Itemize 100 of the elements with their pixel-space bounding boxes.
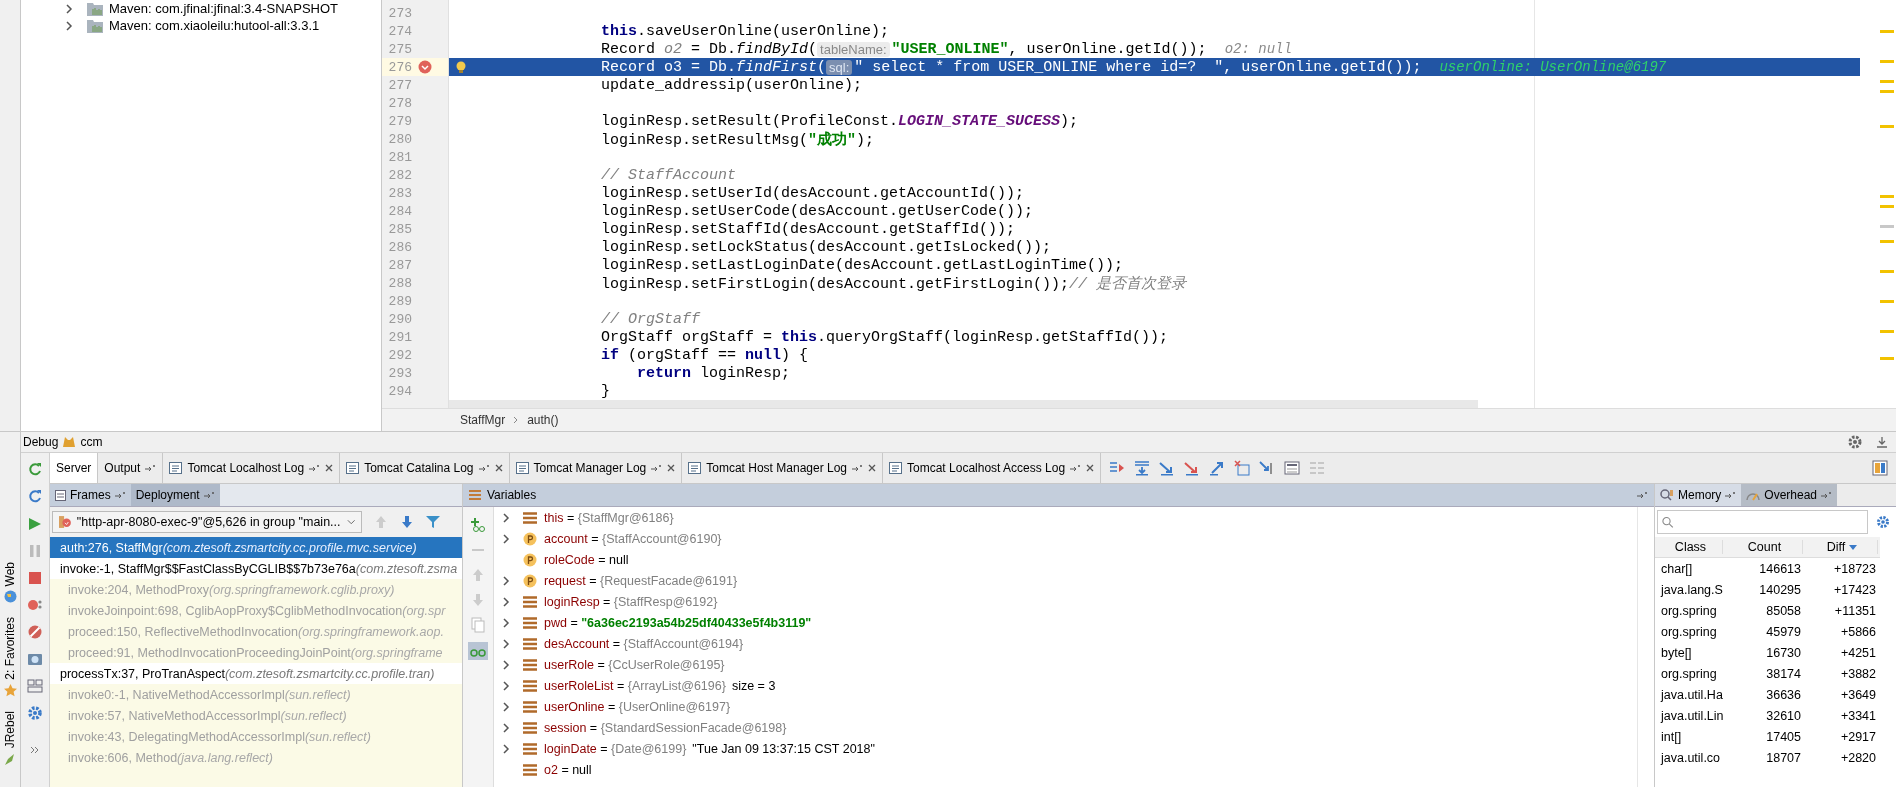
pin-icon[interactable]	[651, 464, 663, 472]
tab[interactable]: Tomcat Host Manager Log	[682, 453, 883, 483]
variable-entry[interactable]: session = {StandardSessionFacade@6198}	[544, 720, 787, 735]
step-over-icon[interactable]	[1134, 460, 1151, 476]
line-number: 275	[387, 41, 412, 57]
pin-icon[interactable]	[203, 491, 215, 499]
chevron-icon[interactable]	[502, 512, 510, 523]
code-text: this.saveUserOnline(userOnline);	[601, 22, 890, 40]
variable-entry[interactable]: roleCode = null	[544, 552, 629, 567]
breadcrumb-item[interactable]: auth()	[527, 413, 559, 427]
mute-breakpoints-icon[interactable]	[27, 624, 43, 640]
pin-icon[interactable]	[114, 491, 126, 499]
tab[interactable]: Tomcat Catalina Log	[340, 453, 510, 483]
lightbulb-icon[interactable]	[456, 60, 466, 74]
resume-icon[interactable]	[27, 516, 43, 532]
pin-icon[interactable]	[1637, 491, 1648, 499]
variable-entry[interactable]: this = {StaffMgr@6186}	[544, 510, 674, 525]
close-icon[interactable]	[494, 464, 503, 472]
stop-icon[interactable]	[27, 570, 43, 586]
chevron-icon[interactable]	[502, 533, 510, 544]
variable-entry[interactable]: userOnline = {UserOnline@6197}	[544, 699, 731, 714]
hide-panel-icon[interactable]	[1876, 436, 1888, 448]
chevron-icon[interactable]	[502, 638, 510, 649]
breakpoints-icon[interactable]	[27, 597, 43, 613]
layout-icon[interactable]	[1872, 460, 1888, 476]
variable-entry[interactable]: o2 = null	[544, 762, 592, 777]
variable-entry[interactable]: desAccount = {StaffAccount@6194}	[544, 636, 744, 651]
tab[interactable]: Tomcat Manager Log	[509, 453, 683, 483]
tool-window-button[interactable]: JRebel	[3, 711, 17, 749]
drop-frame-icon[interactable]	[1234, 460, 1251, 476]
tool-window-button[interactable]: 2: Favorites	[3, 617, 17, 681]
down-arrow-icon[interactable]	[400, 515, 414, 529]
chevron-icon[interactable]	[502, 722, 510, 733]
pin-icon[interactable]	[145, 464, 157, 472]
pin-icon[interactable]	[309, 464, 321, 472]
breadcrumb-item[interactable]: StaffMgr	[460, 413, 506, 427]
search-field[interactable]	[1657, 510, 1868, 534]
camera-icon[interactable]	[27, 651, 43, 667]
variable-entry[interactable]: loginResp = {StaffResp@6192}	[544, 594, 718, 609]
column-header[interactable]: Diff	[1803, 540, 1878, 554]
tab[interactable]: Server	[50, 453, 99, 483]
column-header[interactable]: Class	[1655, 540, 1723, 554]
pin-icon[interactable]	[1070, 464, 1082, 472]
close-icon[interactable]	[868, 464, 876, 472]
pin-icon[interactable]	[852, 464, 863, 472]
settings-icon[interactable]	[1876, 515, 1890, 529]
tree-item-label[interactable]: Maven: com.jfinal:jfinal:3.4-SNAPSHOT	[109, 1, 339, 16]
settings-icon[interactable]	[1848, 435, 1862, 449]
tool-window-button[interactable]: Web	[3, 562, 17, 587]
filter-icon[interactable]	[426, 515, 440, 529]
line-number: 280	[387, 131, 412, 147]
code-text: "USER_ONLINE", userOnline.getId());	[891, 40, 1207, 58]
chevron-icon[interactable]	[502, 617, 510, 628]
tab[interactable]: Frames	[50, 484, 131, 506]
variable-entry[interactable]: pwd = "6a36ec2193a54b25df40433e5f4b3119"	[544, 615, 812, 630]
inline-value: userOnline: UserOnline@6197	[1439, 59, 1667, 75]
variable-entry[interactable]: account = {StaffAccount@6190}	[544, 531, 722, 546]
tree-item-label[interactable]: Maven: com.xiaoleilu:hutool-all:3.3.1	[109, 18, 320, 33]
layout-icon[interactable]	[27, 678, 43, 694]
column-header[interactable]: Count	[1723, 540, 1803, 554]
chevron-icon[interactable]	[502, 575, 510, 586]
step-out-icon[interactable]	[1209, 460, 1226, 476]
close-icon[interactable]	[1086, 464, 1095, 472]
variable-entry[interactable]: request = {RequestFacade@6191}	[544, 573, 738, 588]
tab[interactable]: Output	[98, 453, 164, 483]
stack-frame[interactable]: processTx:37, ProTranAspect(com.ztesoft.zsmartcity.cc.profile.tran)	[50, 663, 462, 684]
stack-frame[interactable]: invoke:-1, StaffMgr$$FastClassByCGLIB$$7b73e76a(com.ztesoft.zsma	[50, 558, 462, 579]
pin-icon[interactable]	[478, 464, 490, 472]
close-icon[interactable]	[325, 464, 334, 472]
variable-entry[interactable]: loginDate = {Date@6199} "Tue Jan 09 13:37:15 CST 2018"	[544, 741, 875, 756]
table-cell-text: 140295	[1758, 582, 1802, 597]
chevron-icon[interactable]	[502, 680, 510, 691]
pin-icon[interactable]	[1821, 491, 1833, 499]
refresh-icon[interactable]	[27, 489, 43, 505]
close-icon[interactable]	[667, 464, 676, 472]
chevron-icon[interactable]	[502, 701, 510, 712]
chevron-icon[interactable]	[65, 3, 73, 14]
variable-entry[interactable]: userRoleList = {ArrayList@6196} size = 3	[544, 678, 776, 693]
calculator-icon[interactable]	[1284, 460, 1301, 476]
breakpoint-icon[interactable]	[418, 60, 432, 74]
tab[interactable]: Deployment	[130, 484, 220, 506]
pin-icon[interactable]	[1725, 491, 1737, 499]
variable-entry[interactable]: userRole = {CcUserRole@6195}	[544, 657, 725, 672]
rerun-icon[interactable]	[27, 462, 43, 478]
tab[interactable]: Overhead	[1741, 484, 1838, 506]
line-number: 273	[387, 5, 412, 21]
step-into-icon[interactable]	[1159, 460, 1176, 476]
force-step-into-icon[interactable]	[1184, 460, 1201, 476]
chevron-icon[interactable]	[502, 743, 510, 754]
more-icon[interactable]	[30, 746, 40, 754]
thread-dropdown[interactable]: "http-apr-8080-exec-9"@5,626 in group "main...	[52, 511, 362, 533]
add-watch-icon[interactable]	[470, 517, 486, 533]
tab[interactable]: Tomcat Localhost Log	[163, 453, 341, 483]
tab[interactable]: Memory	[1655, 484, 1742, 506]
chevron-icon[interactable]	[502, 596, 510, 607]
settings-icon[interactable]	[27, 705, 43, 721]
tab[interactable]: Tomcat Localhost Access Log	[883, 453, 1102, 483]
chevron-icon[interactable]	[65, 20, 73, 31]
stack-frame[interactable]: auth:276, StaffMgr(com.ztesoft.zsmartcity.cc.profile.mvc.service)	[50, 537, 462, 558]
chevron-icon[interactable]	[502, 659, 510, 670]
